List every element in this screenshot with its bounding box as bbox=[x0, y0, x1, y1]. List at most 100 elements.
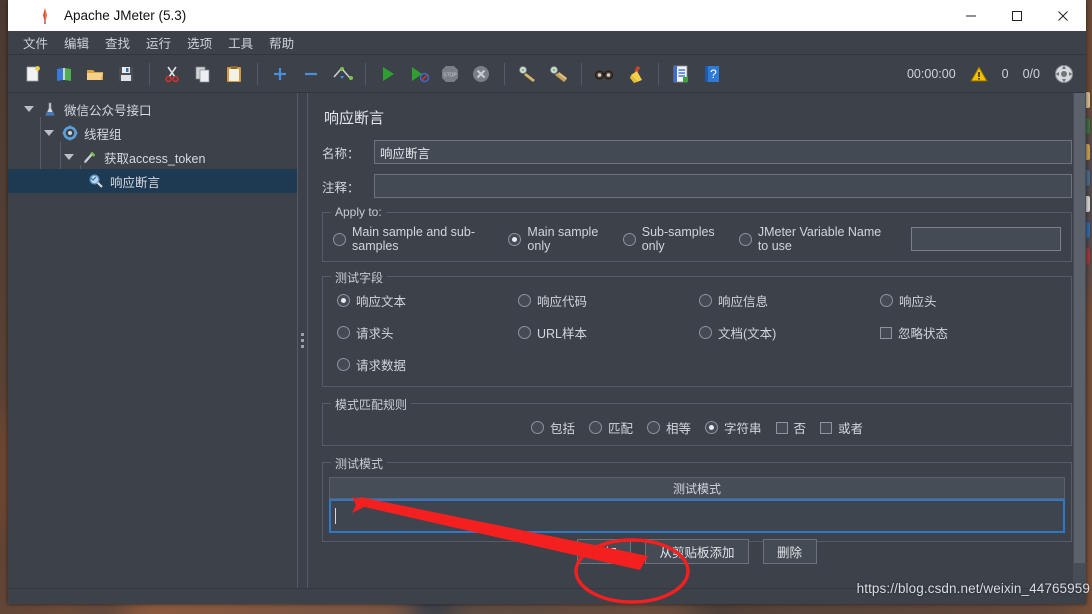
checkbox-or[interactable]: 或者 bbox=[820, 418, 863, 437]
radio-main-only[interactable]: Main sample only bbox=[508, 225, 606, 253]
radio-substring[interactable]: 字符串 bbox=[705, 418, 762, 437]
cut-icon[interactable] bbox=[157, 59, 187, 89]
pattern-rules-group: 模式匹配规则 包括 匹配 相等 字符串 否 或者 bbox=[322, 396, 1072, 446]
search-icon[interactable] bbox=[589, 59, 619, 89]
divider-grip-icon[interactable] bbox=[301, 333, 304, 348]
checkbox-indicator[interactable] bbox=[775, 421, 788, 434]
toggle-icon[interactable] bbox=[327, 59, 357, 89]
radio-indicator[interactable] bbox=[880, 294, 893, 307]
menu-edit[interactable]: 编辑 bbox=[57, 30, 96, 55]
start-icon[interactable] bbox=[373, 59, 403, 89]
checkbox-indicator[interactable] bbox=[820, 421, 833, 434]
menu-search[interactable]: 查找 bbox=[98, 30, 137, 55]
radio-indicator[interactable] bbox=[622, 232, 636, 246]
menu-run[interactable]: 运行 bbox=[139, 30, 178, 55]
maximize-button[interactable] bbox=[994, 0, 1040, 31]
warning-triangle-icon[interactable] bbox=[969, 66, 988, 82]
add-from-clipboard-button[interactable]: 从剪贴板添加 bbox=[645, 539, 749, 564]
radio-main-and-sub[interactable]: Main sample and sub-samples bbox=[333, 225, 492, 253]
menu-help[interactable]: 帮助 bbox=[262, 30, 301, 55]
tree-node-thread-group[interactable]: 线程组 bbox=[8, 121, 297, 145]
toolbar-status-group: 00:00:00 0 0/0 bbox=[907, 55, 1074, 93]
radio-indicator[interactable] bbox=[699, 294, 712, 307]
radio-indicator[interactable] bbox=[337, 294, 350, 307]
radio-indicator[interactable] bbox=[508, 232, 522, 246]
window-controls bbox=[948, 0, 1086, 31]
option-label: 响应代码 bbox=[537, 295, 588, 309]
radio-request-data[interactable]: 请求数据 bbox=[337, 355, 518, 374]
radio-indicator[interactable] bbox=[646, 421, 660, 434]
radio-indicator[interactable] bbox=[518, 326, 531, 339]
radio-response-code[interactable]: 响应代码 bbox=[518, 291, 699, 310]
chevron-down-icon[interactable] bbox=[58, 154, 80, 160]
test-patterns-table: 测试模式 bbox=[329, 477, 1065, 533]
menu-tools[interactable]: 工具 bbox=[221, 30, 260, 55]
stop-icon[interactable]: STOP bbox=[435, 59, 465, 89]
copy-icon[interactable] bbox=[188, 59, 218, 89]
radio-url-sample[interactable]: URL样本 bbox=[518, 323, 699, 342]
response-assertion-panel: 响应断言 名称： 注释： Apply to: Main sample and s… bbox=[308, 93, 1086, 588]
reset-search-icon[interactable] bbox=[620, 59, 650, 89]
radio-sub-only[interactable]: Sub-samples only bbox=[622, 225, 723, 253]
chevron-down-icon[interactable] bbox=[38, 130, 60, 136]
radio-response-headers[interactable]: 响应头 bbox=[880, 291, 1061, 310]
add-button[interactable]: 添加 bbox=[577, 539, 632, 564]
assertion-icon bbox=[86, 172, 106, 190]
jmeter-main-window: Apache JMeter (5.3) 文件 编辑 查找 运行 选项 工具 帮助 bbox=[8, 0, 1086, 604]
radio-indicator[interactable] bbox=[699, 326, 712, 339]
expand-all-icon[interactable] bbox=[265, 59, 295, 89]
radio-indicator[interactable] bbox=[588, 421, 602, 434]
radio-contains[interactable]: 包括 bbox=[530, 418, 575, 437]
close-button[interactable] bbox=[1040, 0, 1086, 31]
menu-file[interactable]: 文件 bbox=[16, 30, 55, 55]
radio-request-headers[interactable]: 请求头 bbox=[337, 323, 518, 342]
test-pattern-edit-cell[interactable] bbox=[329, 499, 1065, 533]
radio-indicator[interactable] bbox=[738, 232, 752, 246]
checkbox-ignore-status[interactable]: 忽略状态 bbox=[880, 323, 1061, 342]
option-label: 相等 bbox=[665, 422, 691, 436]
radio-response-message[interactable]: 响应信息 bbox=[699, 291, 880, 310]
radio-response-text[interactable]: 响应文本 bbox=[337, 291, 518, 310]
tree-node-test-plan[interactable]: 微信公众号接口 bbox=[8, 97, 297, 121]
name-label: 名称： bbox=[322, 146, 360, 161]
save-icon[interactable] bbox=[111, 59, 141, 89]
help-icon[interactable]: ? bbox=[697, 59, 727, 89]
minimize-button[interactable] bbox=[948, 0, 994, 31]
name-input[interactable] bbox=[374, 140, 1072, 164]
radio-indicator[interactable] bbox=[518, 294, 531, 307]
collapse-all-icon[interactable] bbox=[296, 59, 326, 89]
panel-scrollbar[interactable] bbox=[1073, 93, 1086, 588]
comment-input[interactable] bbox=[374, 174, 1072, 198]
radio-equals[interactable]: 相等 bbox=[646, 418, 691, 437]
open-icon[interactable] bbox=[80, 59, 110, 89]
function-helper-icon[interactable] bbox=[666, 59, 696, 89]
start-no-pause-icon[interactable] bbox=[404, 59, 434, 89]
checkbox-indicator[interactable] bbox=[880, 326, 892, 339]
templates-icon[interactable] bbox=[49, 59, 79, 89]
comment-label: 注释： bbox=[322, 180, 360, 195]
scrollbar-thumb[interactable] bbox=[1074, 93, 1085, 563]
radio-jmeter-variable[interactable]: JMeter Variable Name to use bbox=[738, 225, 891, 253]
tree-node-response-assertion[interactable]: 响应断言 bbox=[8, 169, 297, 193]
chevron-down-icon[interactable] bbox=[18, 106, 40, 112]
radio-document-text[interactable]: 文档(文本) bbox=[699, 323, 880, 342]
radio-indicator[interactable] bbox=[333, 232, 346, 246]
radio-matches[interactable]: 匹配 bbox=[588, 418, 633, 437]
paste-icon[interactable] bbox=[219, 59, 249, 89]
delete-button[interactable]: 删除 bbox=[762, 539, 817, 564]
window-titlebar[interactable]: Apache JMeter (5.3) bbox=[8, 0, 1086, 31]
radio-indicator[interactable] bbox=[705, 421, 718, 434]
radio-indicator[interactable] bbox=[530, 421, 544, 434]
shutdown-icon[interactable] bbox=[466, 59, 496, 89]
jmeter-variable-input[interactable] bbox=[911, 227, 1061, 251]
radio-indicator[interactable] bbox=[337, 326, 350, 339]
checkbox-not[interactable]: 否 bbox=[775, 418, 806, 437]
clear-icon[interactable] bbox=[512, 59, 542, 89]
tree-node-http-sampler[interactable]: 获取access_token bbox=[8, 145, 297, 169]
option-label: 响应文本 bbox=[356, 295, 407, 309]
clear-all-icon[interactable] bbox=[543, 59, 573, 89]
split-divider[interactable] bbox=[297, 93, 308, 588]
menu-options[interactable]: 选项 bbox=[180, 30, 219, 55]
new-icon[interactable] bbox=[18, 59, 48, 89]
radio-indicator[interactable] bbox=[337, 358, 350, 371]
